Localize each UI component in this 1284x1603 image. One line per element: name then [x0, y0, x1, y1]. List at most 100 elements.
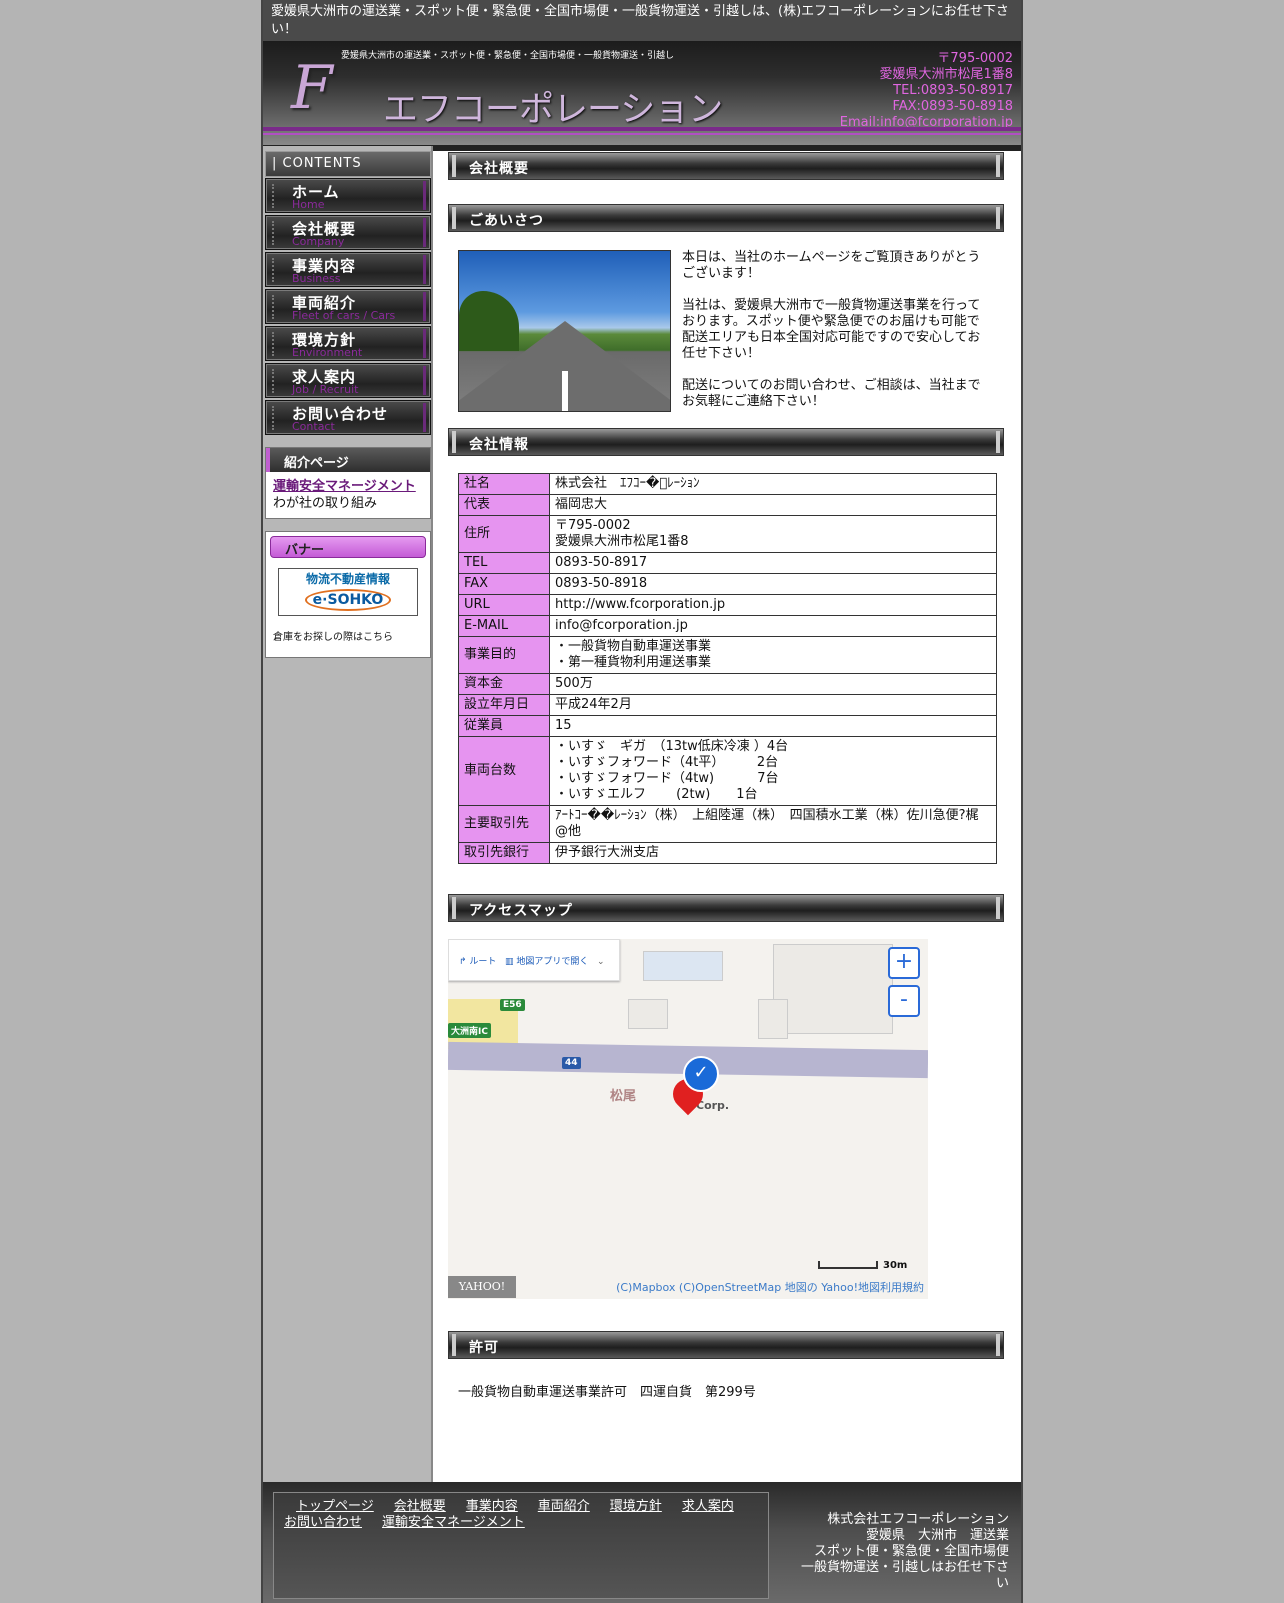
info-row: 資本金 500万 [458, 673, 997, 695]
info-row: 従業員 15 [458, 715, 997, 737]
footer-link-environment[interactable]: 環境方針 [610, 1499, 662, 1514]
greeting-paragraph: 当社は、愛媛県大洲市で一般貨物運送事業を行っております。スポット便や緊急便でのお… [682, 298, 981, 361]
nav-bar [423, 292, 426, 321]
map-attribution[interactable]: (C)Mapbox (C)OpenStreetMap 地図の Yahoo!地図利… [616, 1279, 924, 1295]
nav-business[interactable]: 事業内容 Business [265, 252, 431, 287]
nav-sublabel: Environment [292, 346, 363, 359]
logo-text[interactable]: エフコーポレーション [383, 81, 723, 132]
nav-contact[interactable]: お問い合わせ Contact [265, 400, 431, 435]
info-row: FAX 0893-50-8918 [458, 573, 997, 595]
banner-heading: 物流不動産情報 [305, 572, 390, 586]
road-photo [458, 250, 671, 412]
footer-link-company[interactable]: 会社概要 [394, 1499, 446, 1514]
nav-company[interactable]: 会社概要 Company [265, 215, 431, 250]
check-pin-icon[interactable]: ✓ [683, 1056, 719, 1092]
footer-link-fleet[interactable]: 車両紹介 [538, 1499, 590, 1514]
nav-sublabel: Business [292, 272, 341, 285]
info-value: ・いすゞ ギガ （13tw低床冷凍 ）4台 ・いすゞフォワード（4t平） 2台 … [549, 736, 997, 806]
info-row: 社名 株式会社 ｴﾌｺｰ�ﾟﾚｰｼｮﾝ [458, 473, 997, 495]
footer-link-top[interactable]: トップページ [296, 1499, 374, 1514]
map-app-label[interactable]: 地図アプリで開く [516, 957, 588, 967]
info-value: 平成24年2月 [549, 694, 997, 716]
greeting-text: 本日は、当社のホームページをご覧頂きありがとうございます！ 当社は、愛媛県大洲市… [682, 250, 992, 426]
map-app-icon[interactable]: ▥ [505, 957, 514, 967]
info-key: 事業目的 [458, 636, 550, 674]
header-tel: TEL:0893-50-8917 [893, 83, 1013, 98]
zoom-in-button[interactable]: + [888, 947, 920, 979]
access-map-header: アクセスマップ [448, 894, 1004, 922]
footer-company: 株式会社エフコーポレーション [827, 1512, 1009, 1527]
info-value: 株式会社 ｴﾌｺｰ�ﾟﾚｰｼｮﾝ [549, 473, 997, 495]
map-toolbar[interactable]: ↱ ルート ▥ 地図アプリで開く ⌄ [448, 939, 620, 981]
intro-text: わが社の取り組み [273, 496, 378, 511]
company-info-header: 会社情報 [448, 428, 1004, 456]
footer-location: 愛媛県 大洲市 運送業 [865, 1528, 1009, 1543]
map-scale-label: 30m [883, 1260, 908, 1271]
nav-home[interactable]: ホーム Home [265, 178, 431, 213]
nav-fleet[interactable]: 車両紹介 Fleet of cars / Cars [265, 289, 431, 324]
map-scale-bar [818, 1261, 878, 1269]
contents-label: CONTENTS [282, 156, 362, 171]
footer-link-contact[interactable]: お問い合わせ [284, 1515, 362, 1530]
info-row: 事業目的 ・一般貨物自動車運送事業 ・第一種貨物利用運送事業 [458, 636, 997, 674]
footer-link-recruit[interactable]: 求人案内 [682, 1499, 734, 1514]
safety-management-link[interactable]: 運輸安全マネージメント [273, 479, 416, 494]
info-key: URL [458, 594, 550, 616]
site-header: 愛媛県大洲市の運送業・スポット便・緊急便・全国市場便・一般貨物運送・引越し F … [263, 41, 1021, 151]
dots-decoration [272, 369, 276, 393]
yahoo-logo[interactable]: YAHOO! JAPAN [448, 1276, 516, 1298]
info-value: 福岡忠大 [549, 494, 997, 516]
dots-decoration [272, 184, 276, 208]
footer-address: 株式会社エフコーポレーション 愛媛県 大洲市 運送業 スポット便・緊急便・全国市… [789, 1512, 1009, 1592]
map-building [758, 999, 788, 1039]
nav-recruit[interactable]: 求人案内 Job / Recruit [265, 363, 431, 398]
header-fax: FAX:0893-50-8918 [892, 99, 1013, 114]
zoom-out-button[interactable]: - [888, 985, 920, 1017]
dots-decoration [272, 258, 276, 282]
route-icon[interactable]: ↱ [459, 957, 467, 967]
nav-environment[interactable]: 環境方針 Environment [265, 326, 431, 361]
chevron-down-icon[interactable]: ⌄ [597, 957, 605, 967]
sidebar: | CONTENTS ホーム Home 会社概要 Company 事業内容 Busin… [263, 151, 433, 658]
route-label[interactable]: ルート [469, 957, 496, 967]
esokho-banner[interactable]: 物流不動産情報 e·SOHKO [278, 568, 418, 616]
info-row: URL http://www.fcorporation.jp [458, 594, 997, 616]
route-44-badge: 44 [562, 1057, 581, 1069]
info-value: 0893-50-8917 [549, 552, 997, 574]
place-label: 松尾 [610, 1089, 637, 1104]
info-value: 〒795-0002 愛媛県大洲市松尾1番8 [549, 515, 997, 553]
dots-decoration [272, 406, 276, 430]
header-divider [263, 127, 1021, 131]
info-row: 代表 福岡忠大 [458, 494, 997, 516]
nav-bar [423, 403, 426, 432]
info-key: 主要取引先 [458, 805, 550, 843]
nav-bar [423, 255, 426, 284]
info-key: 代表 [458, 494, 550, 516]
page-title: 会社概要 [448, 152, 1004, 180]
info-key: 車両台数 [458, 736, 550, 806]
header-tagline: 愛媛県大洲市の運送業・スポット便・緊急便・全国市場便・一般貨物運送・引越し [341, 51, 675, 61]
greeting-section: 本日は、当社のホームページをご覧頂きありがとうございます！ 当社は、愛媛県大洲市… [448, 232, 1004, 428]
info-row: 住所 〒795-0002 愛媛県大洲市松尾1番8 [458, 515, 997, 553]
intro-box: 紹介ページ 運輸安全マネージメント わが社の取り組み [265, 447, 431, 519]
nav-bar [423, 218, 426, 247]
footer-link-safety[interactable]: 運輸安全マネージメント [382, 1515, 525, 1530]
access-map[interactable]: ↱ ルート ▥ 地図アプリで開く ⌄ + - 大洲南IC E56 44 松尾 C… [448, 939, 928, 1299]
nav-sublabel: Contact [292, 420, 335, 433]
info-value: ｱｰﾄｺｰ��ﾚｰｼｮﾝ（株） 上組陸運（株） 四国積水工業（株）佐川急便?梶@… [549, 805, 997, 843]
info-key: 住所 [458, 515, 550, 553]
nav-sublabel: Fleet of cars / Cars [292, 309, 396, 322]
info-key: 設立年月日 [458, 694, 550, 716]
info-row: E-MAIL info@fcorporation.jp [458, 615, 997, 637]
nav-sublabel: Home [292, 198, 325, 211]
info-value[interactable]: http://www.fcorporation.jp [549, 594, 997, 616]
info-value[interactable]: info@fcorporation.jp [549, 615, 997, 637]
map-building [773, 944, 893, 1034]
footer-link-business[interactable]: 事業内容 [466, 1499, 518, 1514]
info-row: 取引先銀行 伊予銀行大洲支店 [458, 842, 997, 864]
info-value: 500万 [549, 673, 997, 695]
info-key: FAX [458, 573, 550, 595]
info-value: 15 [549, 715, 997, 737]
info-key: 社名 [458, 473, 550, 495]
logo-mark[interactable]: F [291, 53, 333, 123]
